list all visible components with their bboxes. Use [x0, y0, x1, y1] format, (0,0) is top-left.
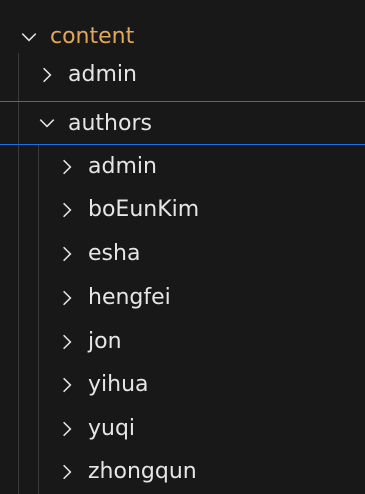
tree-item-label: yihua [88, 372, 149, 397]
tree-item-label: zhongqun [88, 459, 197, 484]
tree-item-yuqi[interactable]: yuqi [0, 407, 365, 450]
tree-item-label: admin [88, 154, 157, 179]
tree-item-admin[interactable]: admin [0, 53, 365, 96]
tree-item-zhongqun[interactable]: zhongqun [0, 450, 365, 493]
tree-item-hengfei[interactable]: hengfei [0, 276, 365, 319]
chevron-right-icon [56, 243, 78, 265]
tree-item-label: authors [68, 110, 152, 136]
tree-item-authors[interactable]: authors [0, 101, 365, 145]
chevron-down-icon [18, 26, 40, 48]
tree-item-label: admin [68, 62, 137, 87]
tree-item-label: content [50, 24, 135, 49]
chevron-right-icon [36, 64, 58, 86]
tree-item-esha[interactable]: esha [0, 232, 365, 275]
chevron-right-icon [56, 199, 78, 221]
tree-item-boeunkim[interactable]: boEunKim [0, 188, 365, 231]
tree-item-label: esha [88, 241, 141, 266]
chevron-right-icon [56, 287, 78, 309]
tree-item-content[interactable]: content [0, 15, 365, 58]
chevron-right-icon [56, 461, 78, 483]
tree-item-yihua[interactable]: yihua [0, 363, 365, 406]
chevron-down-icon [36, 112, 58, 134]
chevron-right-icon [56, 331, 78, 353]
chevron-right-icon [56, 156, 78, 178]
tree-item-authors-admin[interactable]: admin [0, 145, 365, 188]
tree-item-label: jon [88, 329, 122, 354]
tree-item-label: boEunKim [88, 197, 200, 222]
file-explorer-tree: content admin authors admin boEunKim esh… [0, 0, 365, 494]
chevron-right-icon [56, 418, 78, 440]
tree-item-label: hengfei [88, 285, 171, 310]
tree-item-jon[interactable]: jon [0, 320, 365, 363]
chevron-right-icon [56, 374, 78, 396]
tree-item-label: yuqi [88, 416, 136, 441]
